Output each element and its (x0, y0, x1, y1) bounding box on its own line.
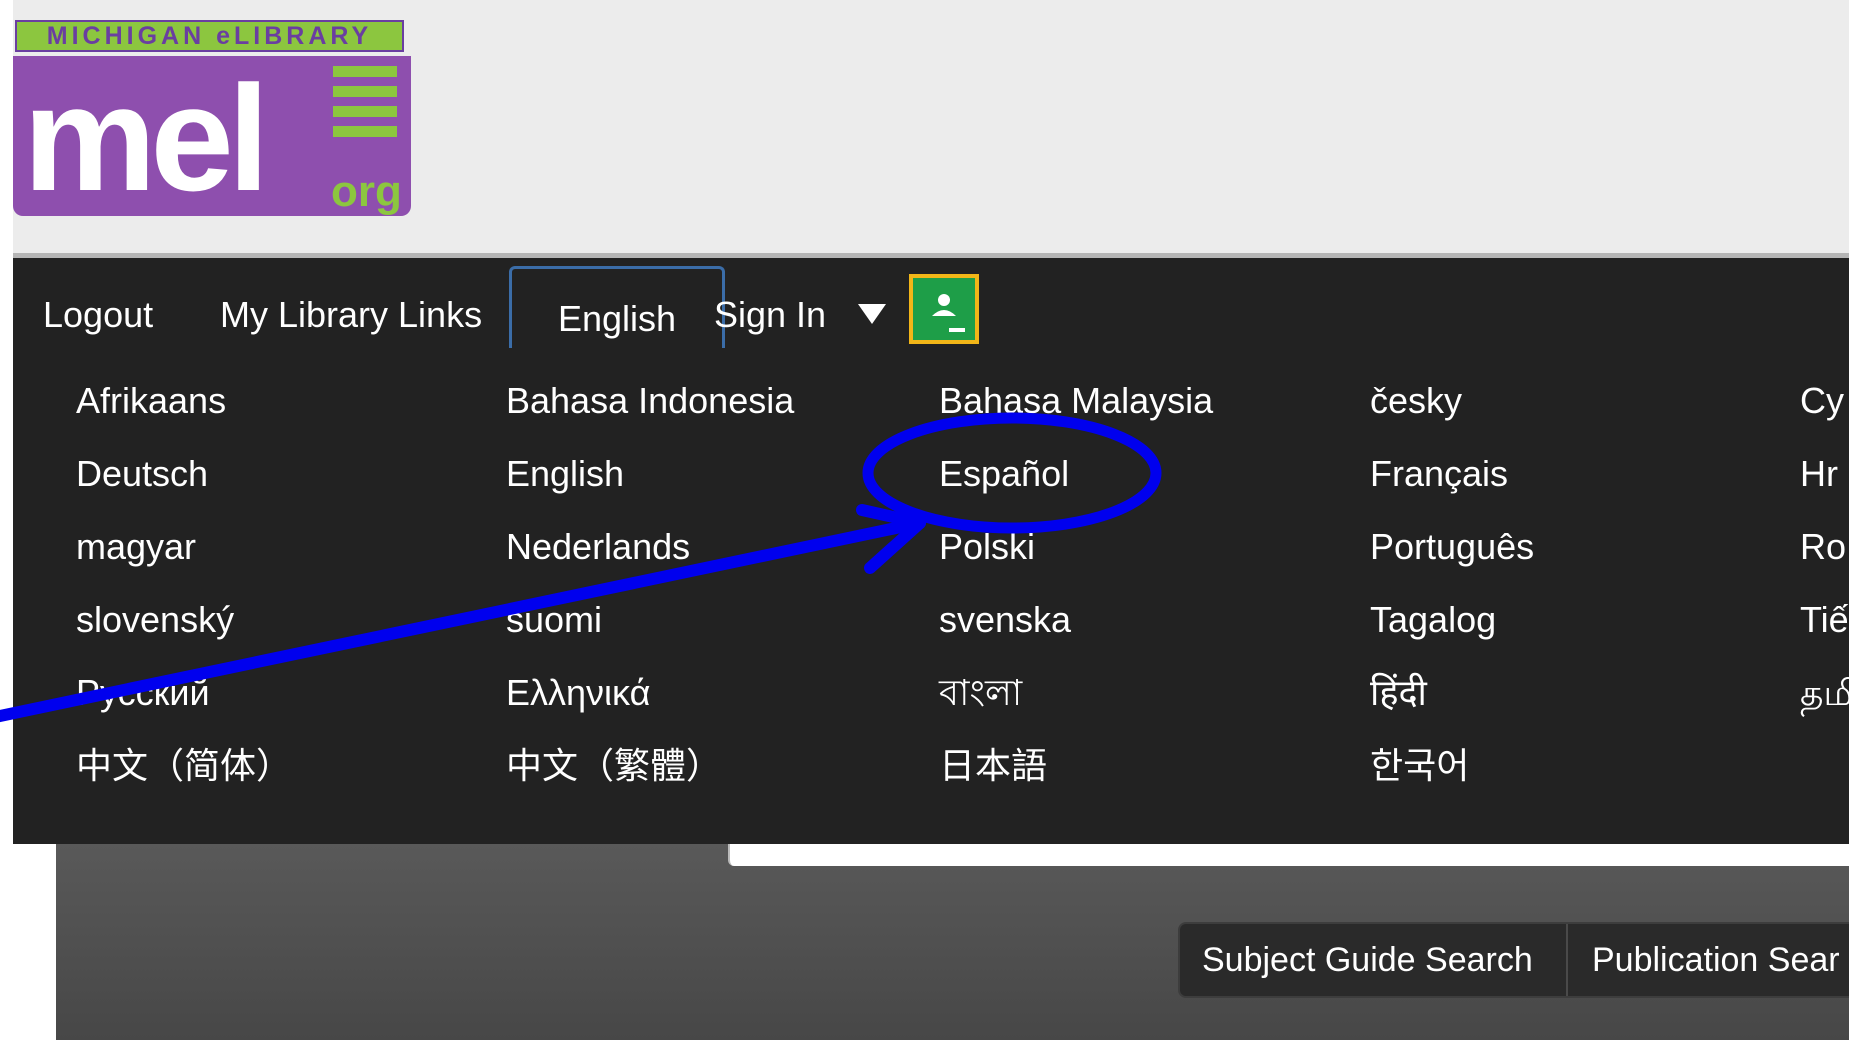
language-option[interactable]: 한국어 (1370, 743, 1469, 789)
language-option[interactable]: slovenský (76, 597, 234, 643)
language-option[interactable]: Cy (1800, 378, 1844, 424)
language-option[interactable]: Polski (939, 524, 1035, 570)
language-option[interactable]: Tagalog (1370, 597, 1496, 643)
language-option-espanol[interactable]: Español (939, 451, 1069, 497)
site-header: MICHIGAN eLIBRARY mel org (13, 0, 1849, 256)
language-option[interactable]: 中文（繁體） (506, 743, 722, 789)
language-option[interactable]: தமி (1800, 670, 1849, 716)
language-option[interactable]: Português (1370, 524, 1534, 570)
language-option[interactable]: Ro (1800, 524, 1846, 570)
language-option[interactable]: English (506, 451, 624, 497)
logo-stripes (333, 66, 397, 146)
language-option[interactable]: Afrikaans (76, 378, 226, 424)
language-option[interactable]: Bahasa Indonesia (506, 378, 794, 424)
language-option[interactable]: suomi (506, 597, 602, 643)
language-option[interactable]: česky (1370, 378, 1462, 424)
language-option[interactable]: 日本語 (939, 743, 1047, 789)
google-classroom-icon[interactable] (909, 274, 979, 344)
page-margin-strip (0, 0, 13, 1040)
tab-subject-guide-search[interactable]: Subject Guide Search (1202, 924, 1533, 996)
language-dropdown-menu: Afrikaans Bahasa Indonesia Bahasa Malays… (13, 348, 1849, 844)
language-selector-tab[interactable]: English (509, 266, 725, 348)
search-input[interactable] (728, 844, 1849, 866)
logout-link[interactable]: Logout (43, 258, 153, 348)
mel-logo[interactable]: MICHIGAN eLIBRARY mel org (13, 18, 413, 233)
language-option[interactable]: Bahasa Malaysia (939, 378, 1213, 424)
language-option[interactable]: Tiế (1800, 597, 1849, 643)
logo-mark: mel (23, 54, 269, 222)
language-option[interactable]: svenska (939, 597, 1071, 643)
language-option[interactable]: Français (1370, 451, 1508, 497)
my-library-links-link[interactable]: My Library Links (220, 258, 482, 348)
tab-publication-search[interactable]: Publication Sear (1592, 924, 1840, 996)
language-option[interactable]: Ελληνικά (506, 670, 650, 716)
language-option[interactable]: Pусский (76, 670, 210, 716)
language-option[interactable]: magyar (76, 524, 196, 570)
sign-in-link[interactable]: Sign In (714, 258, 826, 348)
language-option[interactable]: Deutsch (76, 451, 208, 497)
chevron-down-icon[interactable] (858, 304, 886, 324)
top-navbar: Logout My Library Links English Sign In (13, 258, 1849, 348)
language-option[interactable]: 中文（简体） (76, 743, 292, 789)
language-option[interactable]: हिंदी (1370, 670, 1427, 716)
search-type-tabs: Subject Guide Search Publication Sear (1178, 922, 1849, 998)
tab-divider (1566, 924, 1568, 996)
logo-banner-text: MICHIGAN eLIBRARY (15, 20, 404, 52)
language-option[interactable]: Hr (1800, 451, 1838, 497)
language-option[interactable]: Nederlands (506, 524, 690, 570)
logo-org-text: org (331, 167, 402, 216)
language-option[interactable]: বাংলা (939, 670, 1022, 716)
